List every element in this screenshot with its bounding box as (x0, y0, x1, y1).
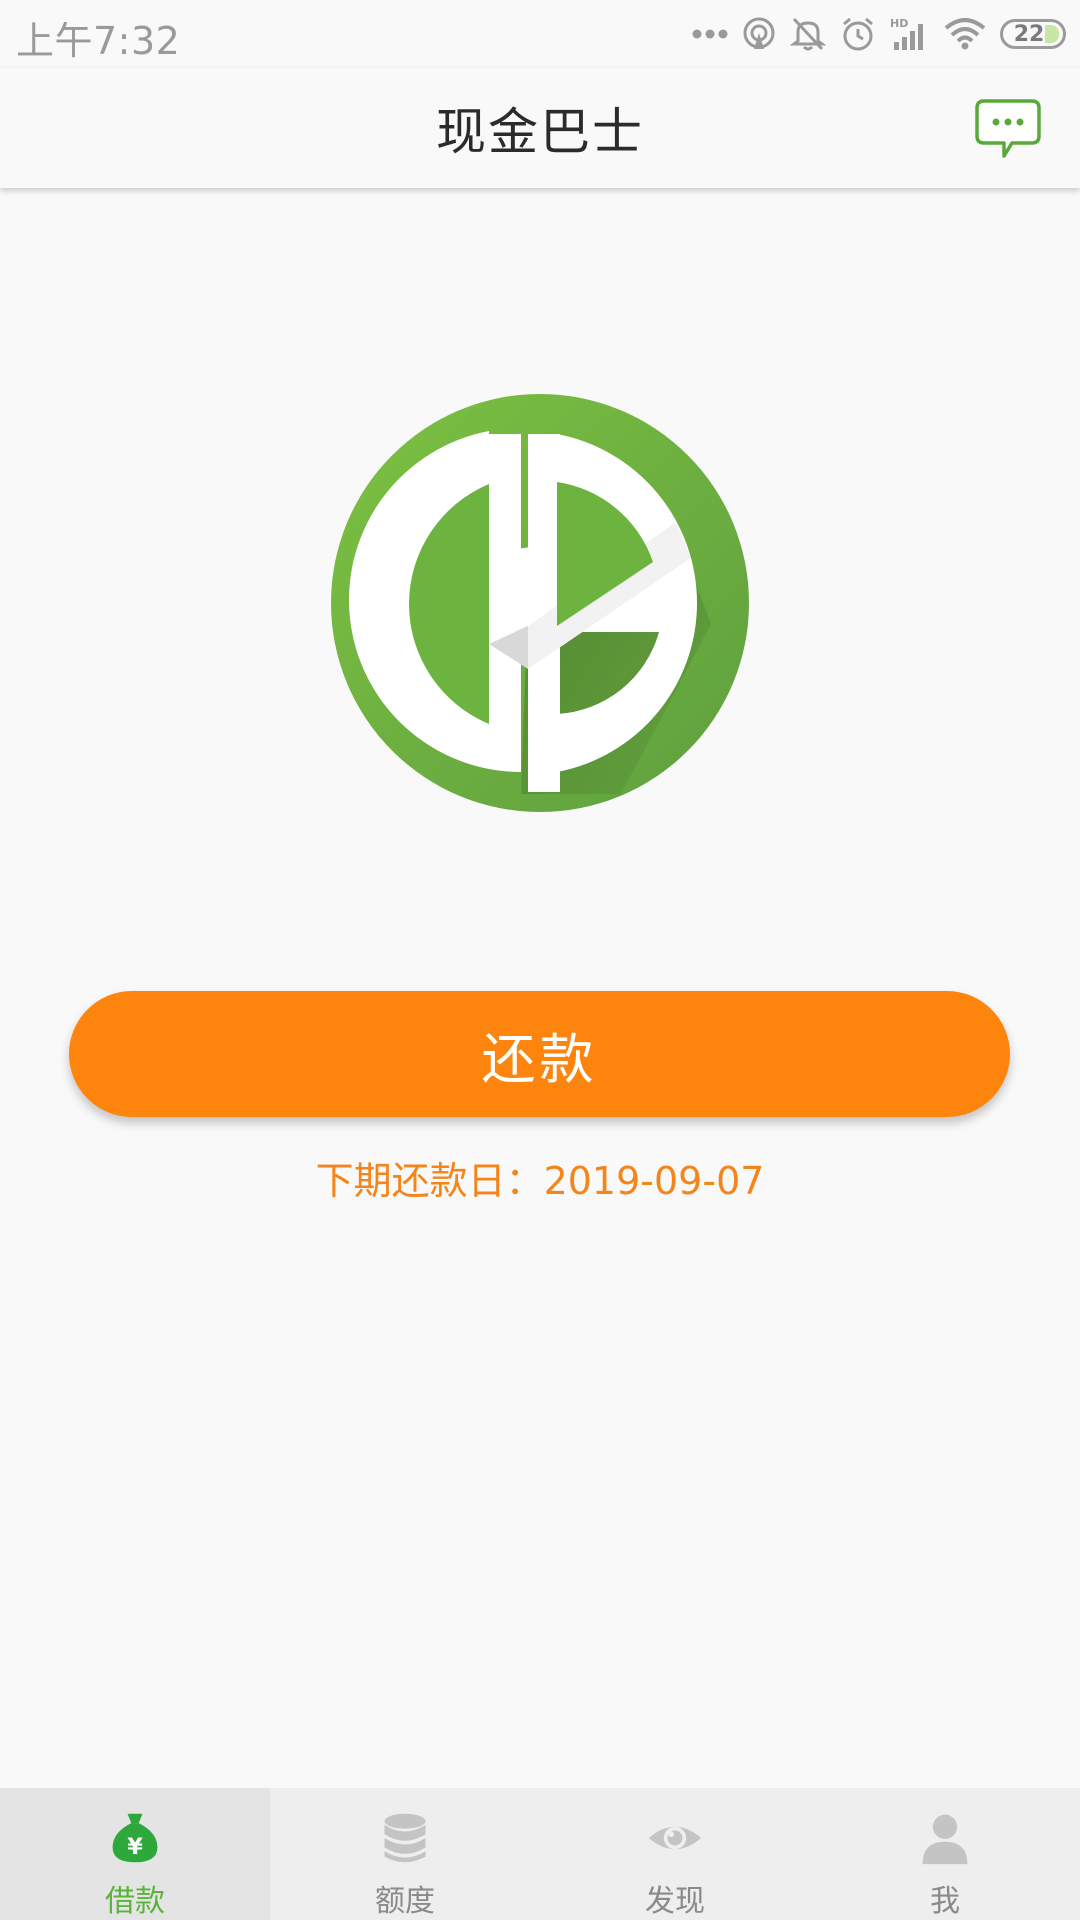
chat-bubble-icon (975, 99, 1041, 158)
repay-button[interactable]: 还款 (69, 991, 1010, 1117)
alarm-icon (843, 17, 873, 51)
screen: 上午7:32 HD 22 现金巴士 还款 下期还款日：2019-09-07 ¥ … (0, 0, 1080, 1920)
wifi-icon (944, 18, 986, 50)
page-title: 现金巴士 (436, 103, 644, 161)
hd-signal-icon: HD (890, 17, 923, 50)
money-bag-icon: ¥ (112, 1813, 158, 1863)
battery-level: 22 (1013, 21, 1045, 47)
app-bar: 现金巴士 (0, 68, 1080, 188)
tab-borrow-label: 借款 (105, 1884, 165, 1919)
more-dots-icon (692, 29, 728, 39)
tab-quota-label: 额度 (375, 1884, 435, 1919)
bottom-nav: ¥ 借款 额度 发现 我 (0, 1788, 1080, 1920)
person-icon (922, 1814, 968, 1865)
status-time: 上午7:32 (16, 19, 181, 63)
message-button[interactable] (974, 98, 1042, 160)
hotspot-icon (743, 17, 775, 49)
tab-quota[interactable]: 额度 (270, 1788, 540, 1920)
eye-icon (648, 1826, 702, 1850)
mute-icon (790, 17, 826, 51)
svg-text:HD: HD (890, 17, 908, 30)
status-bar: 上午7:32 HD 22 (0, 0, 1080, 68)
cashbus-logo (331, 394, 749, 812)
battery-icon: 22 (1000, 19, 1066, 49)
tab-borrow[interactable]: ¥ 借款 (0, 1788, 270, 1920)
tab-discover[interactable]: 发现 (540, 1788, 810, 1920)
status-icons: HD 22 (692, 10, 1066, 58)
tab-me-label: 我 (930, 1884, 960, 1919)
tab-me[interactable]: 我 (810, 1788, 1080, 1920)
database-icon (384, 1813, 426, 1863)
next-due-date: 下期还款日：2019-09-07 (315, 1159, 765, 1203)
svg-text:¥: ¥ (127, 1834, 143, 1860)
tab-discover-label: 发现 (645, 1884, 705, 1919)
